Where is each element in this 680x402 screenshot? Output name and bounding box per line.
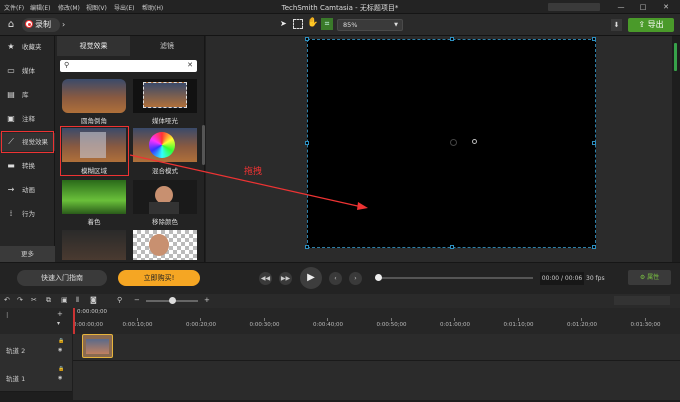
camera-icon[interactable]: ◙ [90,296,97,304]
ruler-tick-label: 0:01:10;00 [503,322,534,328]
lock-icon[interactable]: 🔒 [58,366,64,372]
track-area[interactable] [73,334,680,400]
timeline-clip[interactable] [82,334,113,358]
next-icon[interactable]: › [349,272,362,285]
fps-label: 30 fps [586,275,605,282]
playhead-time: 0:00:00;00 [77,309,108,315]
copy-icon[interactable]: ⧉ [46,296,51,305]
track-name: 轨道 2 [6,347,26,355]
zoom-slider-handle[interactable] [169,297,176,304]
add-track-icon[interactable]: + [57,310,63,318]
ruler-tick-label: 0:01:00;00 [440,322,471,328]
ruler-tick-label: 0:01:20;00 [567,322,598,328]
minus-icon[interactable]: − [134,296,140,304]
drag-label: 拖拽 [244,167,263,177]
timeline-ruler[interactable]: 0:00:00;00 0:00:10;00 0:00:20;00 0:00:30;00… [73,318,680,332]
prev-icon[interactable]: ‹ [329,272,342,285]
track-header-1[interactable]: 轨道 1 🔒 ◉ [0,362,72,392]
track-header-2[interactable]: 轨道 2 🔒 ◉ [0,334,72,364]
track-settings-icon[interactable]: ⁝ [6,311,9,320]
eye-icon[interactable]: ◉ [58,347,62,353]
ruler-tick-label: 0:00:00;00 [73,322,104,328]
play-icon[interactable]: ▶ [300,267,322,289]
seek-handle[interactable] [375,274,382,281]
step-back-icon[interactable]: ◀◀ [259,272,272,285]
eye-icon[interactable]: ◉ [58,375,62,381]
lock-icon[interactable]: 🔒 [58,338,64,344]
track-name: 轨道 1 [6,375,26,383]
collapse-icon[interactable]: ▾ [57,320,60,327]
ruler-tick-label: 0:00:20;00 [186,322,217,328]
ruler-tick [327,318,328,321]
undo-icon[interactable]: ↶ [4,296,10,304]
ruler-tick-label: 0:00:50;00 [376,322,407,328]
buy-now-button[interactable]: 立即购买! [118,270,200,286]
playhead-marker[interactable] [73,308,75,318]
redo-icon[interactable]: ↷ [17,296,23,304]
ruler-tick-label: 0:00:10;00 [122,322,153,328]
timeline-scroll[interactable] [614,296,670,305]
quick-start-guide-button[interactable]: 快速入门指南 [17,270,107,286]
properties-label: 属性 [647,274,660,281]
properties-button[interactable]: ⚙ 属性 [628,270,671,285]
step-forward-icon[interactable]: ▶▶ [279,272,292,285]
timecode: 00:00 / 00:06 [540,272,584,285]
ruler-tick-label: 0:00:40;00 [313,322,344,328]
ruler-tick [454,318,455,321]
ruler-tick [136,318,138,321]
ruler-tick [581,318,582,321]
seek-bar[interactable] [375,277,533,279]
track-divider [73,360,680,361]
plus-icon[interactable]: + [204,296,210,304]
timeline-toolbar [0,294,680,308]
paste-icon[interactable]: ▣ [61,296,68,304]
ruler-tick-label: 0:01:30;00 [630,322,661,328]
ruler-tick-label: 0:00:30;00 [249,322,280,328]
ruler-tick [517,318,519,321]
split-icon[interactable]: ⫴ [76,296,79,305]
cut-icon[interactable]: ✂ [31,296,37,304]
ruler-tick [200,318,201,321]
ruler-tick [390,318,392,321]
ruler-tick [644,318,646,321]
ruler-tick [263,318,265,321]
zoom-out-icon[interactable]: ⚲ [117,296,122,304]
clip-thumbnail [86,339,109,354]
